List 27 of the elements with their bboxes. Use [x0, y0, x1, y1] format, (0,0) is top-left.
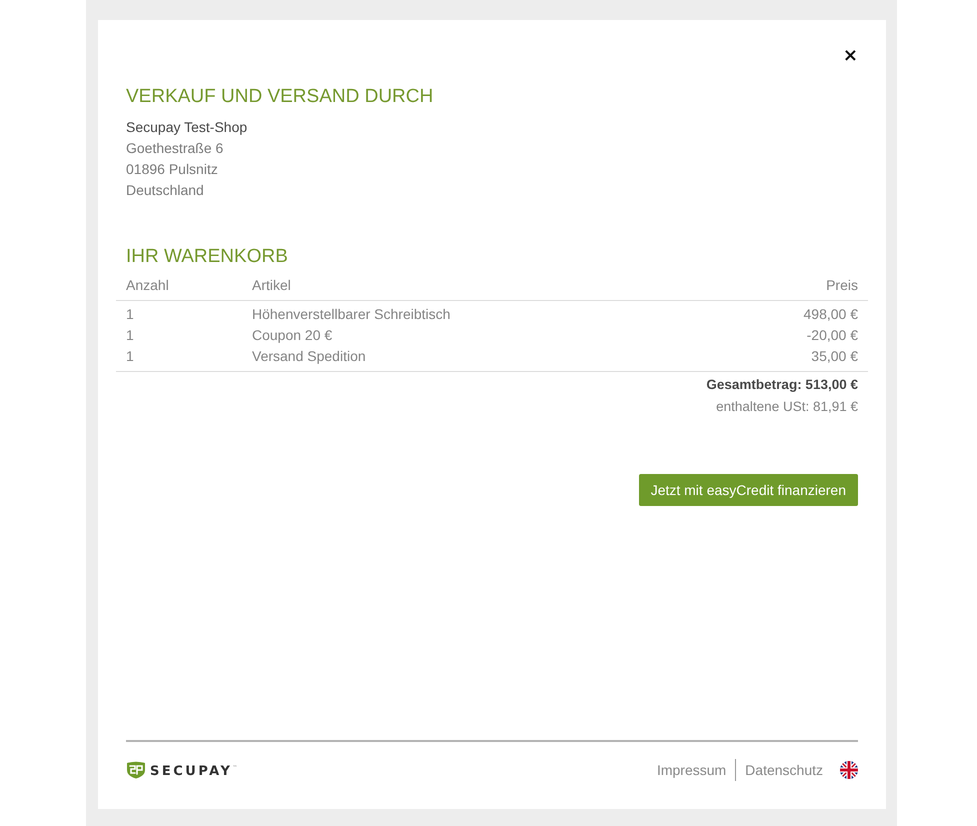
shop-name: Secupay Test-Shop: [126, 118, 248, 137]
column-header: Preis: [825, 276, 859, 295]
column-header: Anzahl: [125, 276, 170, 295]
column-header: Artikel: [251, 276, 292, 295]
table-cell-text: 1: [125, 347, 135, 366]
total-amount: Gesamtbetrag: 513,00 €: [706, 376, 858, 394]
table-cell-text: 35,00 €: [810, 347, 859, 366]
table-cell-text: -20,00 €: [806, 326, 859, 345]
finance-button[interactable]: Jetzt mit easyCredit finanzieren: [638, 474, 858, 506]
table-cell-text: Versand Spedition: [251, 347, 367, 366]
table-cell-text: 1: [125, 305, 135, 324]
table-cell-text: Höhenverstellbarer Schreibtisch: [251, 305, 452, 324]
vat-amount: enthaltene USt: 81,91 €: [716, 398, 858, 416]
close-button[interactable]: ×: [842, 46, 858, 66]
section-heading: VERKAUF UND VERSAND DURCH: [126, 85, 434, 109]
footer-link[interactable]: Impressum: [656, 760, 726, 780]
table-cell-text: Coupon 20 €: [251, 326, 334, 345]
brand-name: SECUPAY$^{™}$: [150, 763, 238, 781]
section-heading: IHR WARENKORB: [126, 245, 289, 269]
flag-icon[interactable]: [840, 761, 858, 779]
address-line: Goethestraße 6: [126, 139, 224, 158]
footer-link[interactable]: Datenschutz: [745, 760, 823, 780]
table-cell-text: 498,00 €: [802, 305, 859, 324]
table-cell-text: 1: [125, 326, 135, 345]
address-line: 01896 Pulsnitz: [126, 160, 219, 179]
address-line: Deutschland: [126, 181, 205, 200]
shield-logo-icon: [126, 761, 146, 779]
